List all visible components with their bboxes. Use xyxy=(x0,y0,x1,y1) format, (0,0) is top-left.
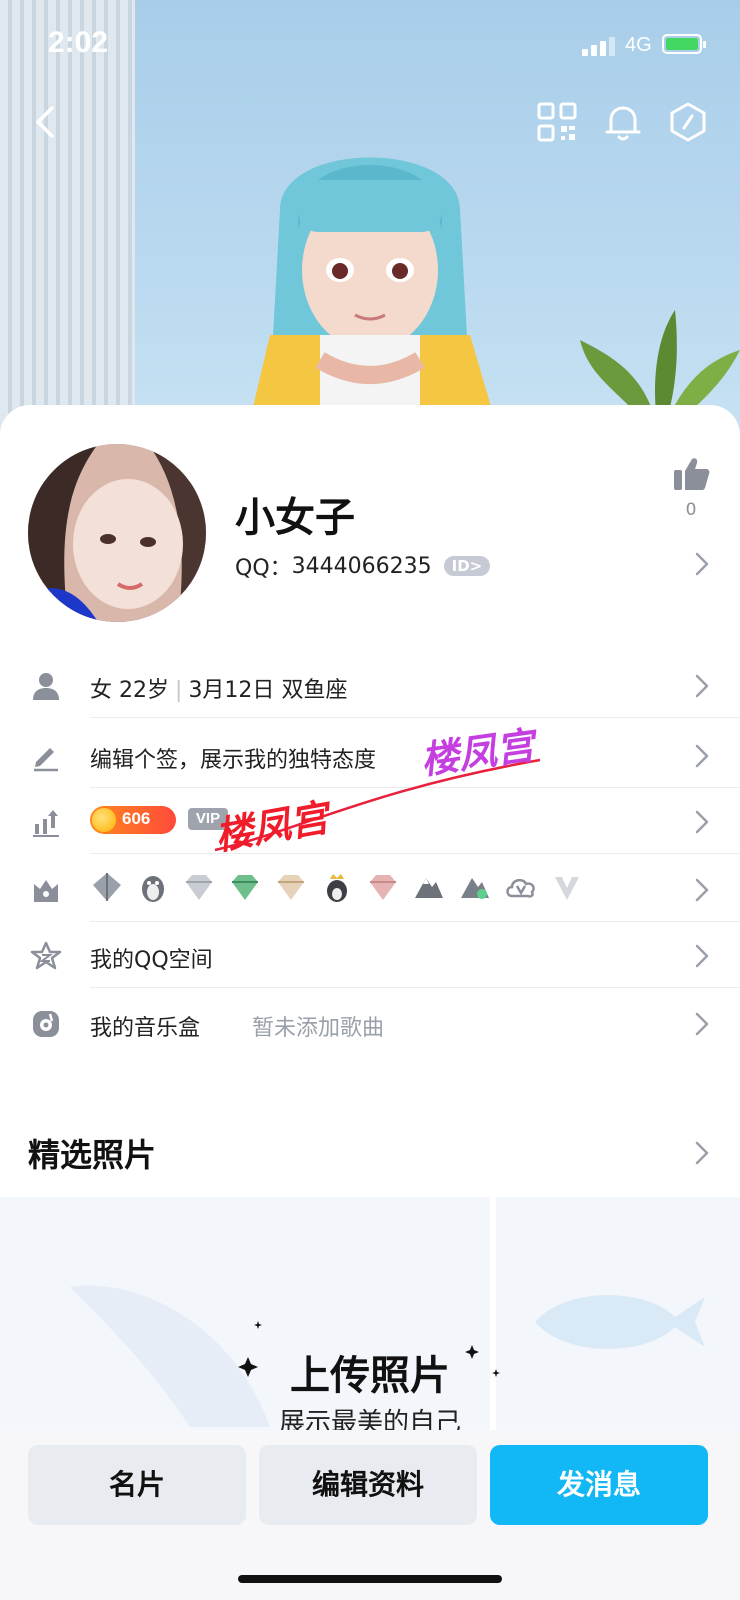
signal-icon xyxy=(582,37,615,56)
basic-info-text: 女 22岁 | 3月12日 双鱼座 xyxy=(90,672,347,704)
diamond-gold-icon xyxy=(278,875,304,900)
chevron-right-icon[interactable] xyxy=(694,1140,710,1166)
qq-number-line[interactable]: QQ： 3444066235 ID> xyxy=(235,550,491,582)
diamond-green-icon xyxy=(232,875,258,900)
level-badge: 606 xyxy=(90,806,176,834)
music-box-status: 暂未添加歌曲 xyxy=(252,1016,385,1041)
medal-list xyxy=(90,870,584,904)
status-bar: 2:02 4G xyxy=(0,0,740,90)
battery-icon xyxy=(662,34,706,54)
cloud-v-icon xyxy=(506,878,535,898)
network-type: 4G xyxy=(625,34,652,56)
diamond-pink-icon xyxy=(370,875,396,900)
info-divider: | xyxy=(175,678,183,703)
featured-photos-title[interactable]: 精选照片 xyxy=(28,1130,156,1176)
medals-row[interactable] xyxy=(0,856,740,922)
birthday: 3月12日 xyxy=(188,678,275,703)
age: 22岁 xyxy=(119,678,170,703)
chevron-right-icon xyxy=(695,1012,709,1036)
like-count: 0 xyxy=(685,500,697,520)
level-chart-icon xyxy=(33,810,59,837)
mountain-grey-icon xyxy=(415,878,443,898)
row-divider xyxy=(90,717,740,718)
diamond-silver-icon xyxy=(186,875,212,900)
chevron-right-icon xyxy=(695,944,709,968)
upload-photo-subtitle: 展示最美的自己 xyxy=(278,1408,461,1430)
basic-info-row[interactable]: 女 22岁 | 3月12日 双鱼座 xyxy=(0,652,740,718)
pencil-icon xyxy=(34,748,58,772)
chevron-right-icon xyxy=(695,674,709,698)
penguin-grey-icon xyxy=(142,876,164,902)
send-message-button[interactable]: 发消息 xyxy=(490,1445,708,1525)
sun-coin-icon xyxy=(92,808,116,832)
upload-photo-title[interactable]: 上传照片 xyxy=(0,1343,740,1401)
chevron-right-icon xyxy=(695,878,709,902)
music-box-row[interactable]: 我的音乐盒 暂未添加歌曲 xyxy=(0,990,740,1056)
row-divider xyxy=(90,987,740,988)
chevron-right-icon xyxy=(695,810,709,834)
music-box-label: 我的音乐盒 xyxy=(90,1016,201,1041)
status-time: 2:02 xyxy=(48,26,109,59)
v-grey-icon xyxy=(555,877,579,900)
qzone-star-icon xyxy=(30,941,62,970)
settings-hexagon-icon[interactable] xyxy=(666,100,710,144)
crown-box-icon xyxy=(34,880,58,902)
business-card-button[interactable]: 名片 xyxy=(28,1445,246,1525)
qzone-label: 我的QQ空间 xyxy=(90,948,213,973)
avatar[interactable] xyxy=(28,444,206,622)
qq-prefix: QQ： xyxy=(235,556,292,581)
thumbs-up-icon[interactable] xyxy=(672,456,710,492)
back-arrow-icon[interactable] xyxy=(26,100,70,144)
cover-avatar-illustration xyxy=(250,157,495,420)
home-indicator[interactable] xyxy=(238,1575,502,1583)
music-disc-icon xyxy=(33,1011,59,1037)
avatar-photo xyxy=(28,444,206,622)
chevron-right-icon[interactable] xyxy=(694,551,710,577)
bell-icon[interactable] xyxy=(601,100,645,144)
qr-code-icon[interactable] xyxy=(535,100,579,144)
zodiac: 双鱼座 xyxy=(281,678,348,703)
qzone-row[interactable]: 我的QQ空间 xyxy=(0,922,740,988)
qq-number: 3444066235 xyxy=(291,553,432,579)
chevron-right-icon xyxy=(695,744,709,768)
edit-profile-button[interactable]: 编辑资料 xyxy=(259,1445,477,1525)
gender: 女 xyxy=(90,678,113,703)
nickname: 小女子 xyxy=(235,495,355,541)
penguin-crown-icon xyxy=(327,874,347,902)
id-badge[interactable]: ID> xyxy=(443,556,491,576)
mountain-green-icon xyxy=(461,878,489,899)
diamond-grey-icon xyxy=(93,873,121,901)
level-value: 606 xyxy=(122,809,151,828)
person-icon xyxy=(33,673,59,700)
